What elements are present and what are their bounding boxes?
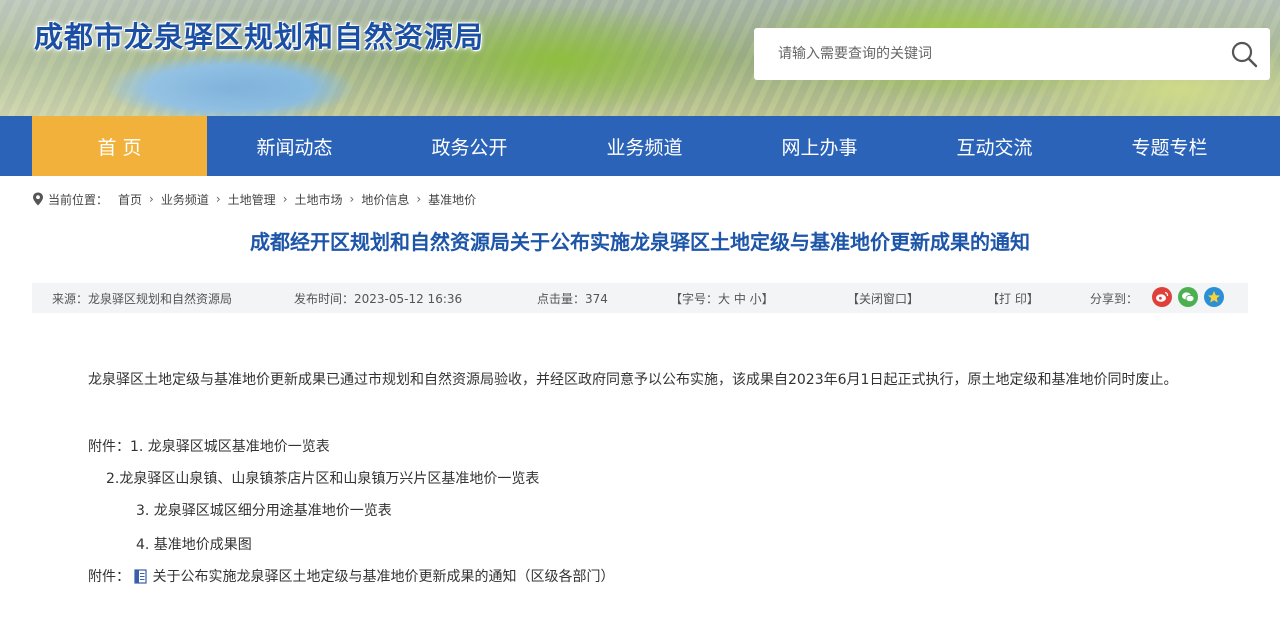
attachment-list-item-4: 4. 基准地价成果图 bbox=[136, 537, 252, 553]
meta-source: 来源：龙泉驿区规划和自然资源局 bbox=[52, 292, 233, 306]
document-icon bbox=[134, 569, 148, 584]
nav-item-government-affairs[interactable]: 政务公开 bbox=[382, 116, 557, 176]
font-size-control[interactable]: 【字号：大 中 小】 bbox=[670, 290, 774, 307]
site-title: 成都市龙泉驿区规划和自然资源局 bbox=[34, 20, 485, 54]
wechat-share-icon[interactable] bbox=[1178, 287, 1198, 307]
breadcrumb: 当前位置： 首页 › 业务频道 › 土地管理 › 土地市场 › 地价信息 › 基… bbox=[32, 188, 476, 210]
attachment-list-item-1: 附件：1. 龙泉驿区城区基准地价一览表 bbox=[88, 439, 330, 455]
attachment-row: 附件： 关于公布实施龙泉驿区土地定级与基准地价更新成果的通知（区级各部门） bbox=[88, 566, 614, 586]
breadcrumb-land-management[interactable]: 土地管理 bbox=[228, 191, 276, 208]
weibo-share-icon[interactable] bbox=[1152, 287, 1172, 307]
nav-item-business-channel[interactable]: 业务频道 bbox=[557, 116, 732, 176]
breadcrumb-separator: › bbox=[416, 192, 422, 206]
nav-item-special-topics[interactable]: 专题专栏 bbox=[1082, 116, 1257, 176]
share-label: 分享到： bbox=[1090, 292, 1139, 306]
attachment-file-link[interactable]: 关于公布实施龙泉驿区土地定级与基准地价更新成果的通知（区级各部门） bbox=[134, 569, 614, 585]
print-link[interactable]: 【打 印】 bbox=[987, 290, 1039, 307]
meta-publish-time: 发布时间：2023-05-12 16:36 bbox=[294, 292, 463, 306]
meta-clicks: 点击量：374 bbox=[537, 292, 608, 306]
attachment-file-name: 关于公布实施龙泉驿区土地定级与基准地价更新成果的通知（区级各部门） bbox=[152, 569, 615, 585]
breadcrumb-business-channel[interactable]: 业务频道 bbox=[161, 191, 209, 208]
attachment-list-item-2: 2.龙泉驿区山泉镇、山泉镇茶店片区和山泉镇万兴片区基准地价一览表 bbox=[106, 471, 540, 487]
close-window-link[interactable]: 【关闭窗口】 bbox=[847, 290, 919, 307]
article-title: 成都经开区规划和自然资源局关于公布实施龙泉驿区土地定级与基准地价更新成果的通知 bbox=[250, 230, 1030, 254]
breadcrumb-separator: › bbox=[215, 192, 221, 206]
breadcrumb-separator: › bbox=[349, 192, 355, 206]
search-box bbox=[754, 28, 1270, 80]
article-meta-bar: 来源：龙泉驿区规划和自然资源局 发布时间：2023-05-12 16:36 点击… bbox=[32, 283, 1248, 313]
attachment-list-item-3: 3. 龙泉驿区城区细分用途基准地价一览表 bbox=[136, 503, 392, 519]
nav-item-online-services[interactable]: 网上办事 bbox=[732, 116, 907, 176]
search-icon bbox=[1231, 41, 1258, 68]
breadcrumb-separator: › bbox=[282, 192, 288, 206]
search-input[interactable] bbox=[754, 28, 1218, 80]
header-banner: 成都市龙泉驿区规划和自然资源局 bbox=[0, 0, 1280, 116]
nav-item-interaction[interactable]: 互动交流 bbox=[907, 116, 1082, 176]
breadcrumb-home[interactable]: 首页 bbox=[118, 191, 142, 208]
breadcrumb-label: 当前位置： bbox=[48, 192, 109, 207]
breadcrumb-separator: › bbox=[149, 192, 154, 206]
article-paragraph: 龙泉驿区土地定级与基准地价更新成果已通过市规划和自然资源局验收，并经区政府同意予… bbox=[88, 372, 1178, 388]
breadcrumb-benchmark-price[interactable]: 基准地价 bbox=[428, 191, 476, 208]
qzone-share-icon[interactable] bbox=[1204, 287, 1224, 307]
nav-item-news[interactable]: 新闻动态 bbox=[207, 116, 382, 176]
breadcrumb-land-market[interactable]: 土地市场 bbox=[295, 191, 343, 208]
share-icons bbox=[1152, 287, 1224, 307]
main-nav: 首 页 新闻动态 政务公开 业务频道 网上办事 互动交流 专题专栏 bbox=[0, 116, 1280, 176]
attachment-label: 附件： bbox=[88, 569, 130, 585]
search-button[interactable] bbox=[1218, 28, 1270, 80]
breadcrumb-land-price-info[interactable]: 地价信息 bbox=[361, 191, 409, 208]
location-pin-icon bbox=[33, 192, 43, 206]
nav-item-home[interactable]: 首 页 bbox=[32, 116, 207, 176]
